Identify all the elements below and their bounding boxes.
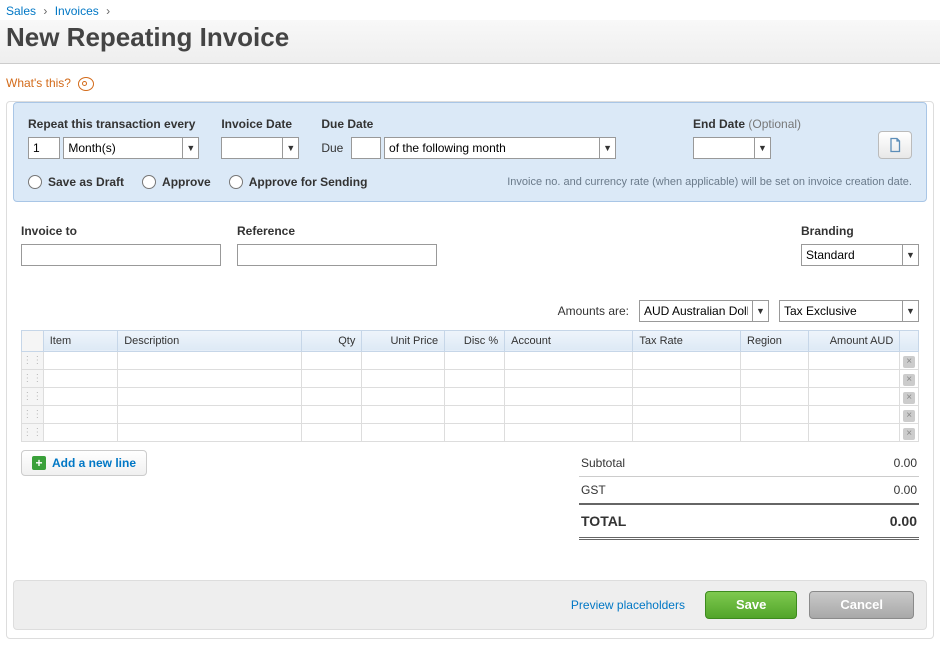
footer-bar: Preview placeholders Save Cancel — [13, 580, 927, 630]
reference-input[interactable] — [237, 244, 437, 266]
col-desc: Description — [118, 330, 302, 351]
col-disc: Disc % — [445, 330, 505, 351]
invoice-to-label: Invoice to — [21, 224, 221, 238]
col-region: Region — [741, 330, 809, 351]
gst-label: GST — [581, 483, 606, 497]
drag-handle-icon[interactable]: ⋮⋮ — [22, 387, 44, 405]
chevron-down-icon[interactable]: ▼ — [182, 138, 198, 158]
save-button[interactable]: Save — [705, 591, 797, 619]
close-icon: × — [903, 392, 915, 404]
repeat-panel: Repeat this transaction every ▼ Invoice … — [13, 102, 927, 202]
due-date-label: Due Date — [321, 117, 616, 131]
col-amount: Amount AUD — [809, 330, 900, 351]
total-label: TOTAL — [581, 513, 626, 529]
table-row[interactable]: ⋮⋮ × — [22, 423, 919, 441]
col-account: Account — [505, 330, 633, 351]
table-row[interactable]: ⋮⋮ × — [22, 387, 919, 405]
drag-handle-icon[interactable]: ⋮⋮ — [22, 369, 44, 387]
plus-icon: + — [32, 456, 46, 470]
col-qty: Qty — [302, 330, 362, 351]
subtotal-value: 0.00 — [894, 456, 917, 470]
end-date-input[interactable]: ▼ — [693, 137, 771, 159]
delete-row-button[interactable]: × — [900, 369, 919, 387]
col-item: Item — [43, 330, 117, 351]
table-row[interactable]: ⋮⋮ × — [22, 369, 919, 387]
chevron-down-icon[interactable]: ▼ — [902, 245, 918, 265]
table-row[interactable]: ⋮⋮ × — [22, 405, 919, 423]
approve-radio[interactable]: Approve — [142, 175, 211, 189]
gst-value: 0.00 — [894, 483, 917, 497]
table-row[interactable]: ⋮⋮ × — [22, 351, 919, 369]
del-col-header — [900, 330, 919, 351]
total-value: 0.00 — [890, 513, 917, 529]
add-line-button[interactable]: +Add a new line — [21, 450, 147, 476]
close-icon: × — [903, 410, 915, 422]
preview-placeholders-link[interactable]: Preview placeholders — [571, 598, 685, 612]
drag-handle-icon[interactable]: ⋮⋮ — [22, 351, 44, 369]
breadcrumb-invoices[interactable]: Invoices — [55, 4, 99, 18]
amounts-are-label: Amounts are: — [558, 304, 629, 318]
chevron-icon: › — [43, 4, 47, 18]
close-icon: × — [903, 428, 915, 440]
help-icon — [78, 77, 94, 91]
close-icon: × — [903, 374, 915, 386]
cancel-button[interactable]: Cancel — [809, 591, 914, 619]
branding-label: Branding — [801, 224, 919, 238]
reference-label: Reference — [237, 224, 437, 238]
subtotal-label: Subtotal — [581, 456, 625, 470]
placeholder-button[interactable] — [878, 131, 912, 159]
drag-handle-icon[interactable]: ⋮⋮ — [22, 405, 44, 423]
creation-note: Invoice no. and currency rate (when appl… — [507, 176, 912, 188]
col-tax: Tax Rate — [633, 330, 741, 351]
chevron-down-icon[interactable]: ▼ — [902, 301, 918, 321]
page-title: New Repeating Invoice — [0, 20, 940, 64]
col-price: Unit Price — [362, 330, 445, 351]
repeat-unit-select[interactable]: ▼ — [63, 137, 199, 159]
drag-handle-icon[interactable]: ⋮⋮ — [22, 423, 44, 441]
invoice-to-input[interactable] — [21, 244, 221, 266]
delete-row-button[interactable]: × — [900, 405, 919, 423]
due-day-input[interactable] — [351, 137, 381, 159]
line-items-table: Item Description Qty Unit Price Disc % A… — [21, 330, 919, 442]
tax-select[interactable]: ▼ — [779, 300, 919, 322]
delete-row-button[interactable]: × — [900, 387, 919, 405]
breadcrumb-sales[interactable]: Sales — [6, 4, 36, 18]
chevron-down-icon[interactable]: ▼ — [282, 138, 298, 158]
chevron-down-icon[interactable]: ▼ — [752, 301, 768, 321]
chevron-icon: › — [106, 4, 110, 18]
help-link[interactable]: What's this? — [6, 76, 94, 90]
drag-col-header — [22, 330, 44, 351]
approve-send-radio[interactable]: Approve for Sending — [229, 175, 368, 189]
branding-select[interactable]: ▼ — [801, 244, 919, 266]
currency-select[interactable]: ▼ — [639, 300, 769, 322]
invoice-date-input[interactable]: ▼ — [221, 137, 299, 159]
chevron-down-icon[interactable]: ▼ — [754, 138, 770, 158]
invoice-date-label: Invoice Date — [221, 117, 299, 131]
end-date-label: End Date (Optional) — [693, 117, 801, 131]
breadcrumb: Sales › Invoices › — [0, 0, 940, 20]
save-draft-radio[interactable]: Save as Draft — [28, 175, 124, 189]
close-icon: × — [903, 356, 915, 368]
repeat-every-label: Repeat this transaction every — [28, 117, 199, 131]
totals: Subtotal 0.00 GST 0.00 TOTAL 0.00 — [579, 450, 919, 540]
due-rule-select[interactable]: ▼ — [384, 137, 616, 159]
due-prefix: Due — [321, 141, 343, 155]
document-icon — [887, 137, 903, 153]
chevron-down-icon[interactable]: ▼ — [599, 138, 615, 158]
delete-row-button[interactable]: × — [900, 351, 919, 369]
delete-row-button[interactable]: × — [900, 423, 919, 441]
repeat-count-input[interactable] — [28, 137, 60, 159]
